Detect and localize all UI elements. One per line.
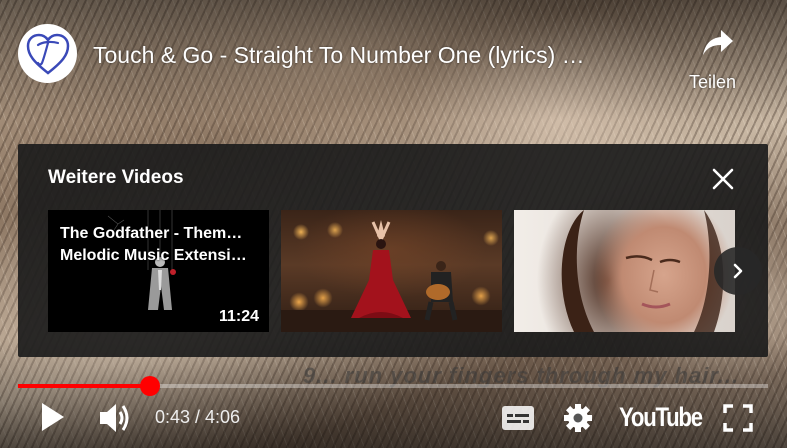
gear-icon xyxy=(564,404,592,432)
progress-played xyxy=(18,384,150,388)
close-icon xyxy=(712,168,734,190)
subtitles-icon xyxy=(502,406,534,430)
share-label: Teilen xyxy=(689,72,737,92)
video-thumbnail-3[interactable] xyxy=(514,210,735,332)
play-icon xyxy=(42,403,64,431)
more-videos-title: Weitere Videos xyxy=(48,167,184,188)
video-player[interactable]: Touch & Go - Straight To Number One (lyr… xyxy=(0,0,787,448)
video-thumbnail-2[interactable] xyxy=(281,210,502,332)
fullscreen-icon xyxy=(723,404,753,432)
progress-scrubber[interactable] xyxy=(140,376,160,396)
more-videos-panel: Weitere Videos The Godfather - Them… Mel… xyxy=(18,144,768,357)
time-display: 0:43 / 4:06 xyxy=(155,407,241,427)
thumbnail-1-title: The Godfather - Them… Melodic Music Exte… xyxy=(60,223,260,267)
video-thumbnail-1[interactable]: The Godfather - Them… Melodic Music Exte… xyxy=(48,210,269,332)
settings-button[interactable] xyxy=(562,402,594,434)
chevron-right-icon xyxy=(733,263,743,279)
thumbnail-1-duration: 11:24 xyxy=(218,308,259,325)
next-videos-button[interactable] xyxy=(714,247,762,295)
share-button[interactable]: Teilen xyxy=(683,26,753,96)
close-button[interactable] xyxy=(708,164,738,194)
fullscreen-button[interactable] xyxy=(722,403,754,433)
channel-avatar[interactable] xyxy=(18,24,77,83)
progress-bar[interactable] xyxy=(18,376,768,396)
youtube-logo-link[interactable]: YouTube xyxy=(619,402,703,433)
volume-button[interactable] xyxy=(98,401,134,435)
play-button[interactable] xyxy=(38,401,68,433)
video-title[interactable]: Touch & Go - Straight To Number One (lyr… xyxy=(93,42,663,69)
thumbnail-1-line1: The Godfather - Them… xyxy=(60,225,243,242)
thumbnail-1-line2: Melodic Music Extensi… xyxy=(60,247,247,264)
volume-icon xyxy=(100,404,129,432)
heart-t-logo-icon xyxy=(26,33,69,75)
flamenco-dancer-image xyxy=(281,220,502,332)
subtitles-button[interactable] xyxy=(501,405,535,431)
share-arrow-icon xyxy=(703,30,733,55)
woman-portrait-image xyxy=(561,210,724,332)
